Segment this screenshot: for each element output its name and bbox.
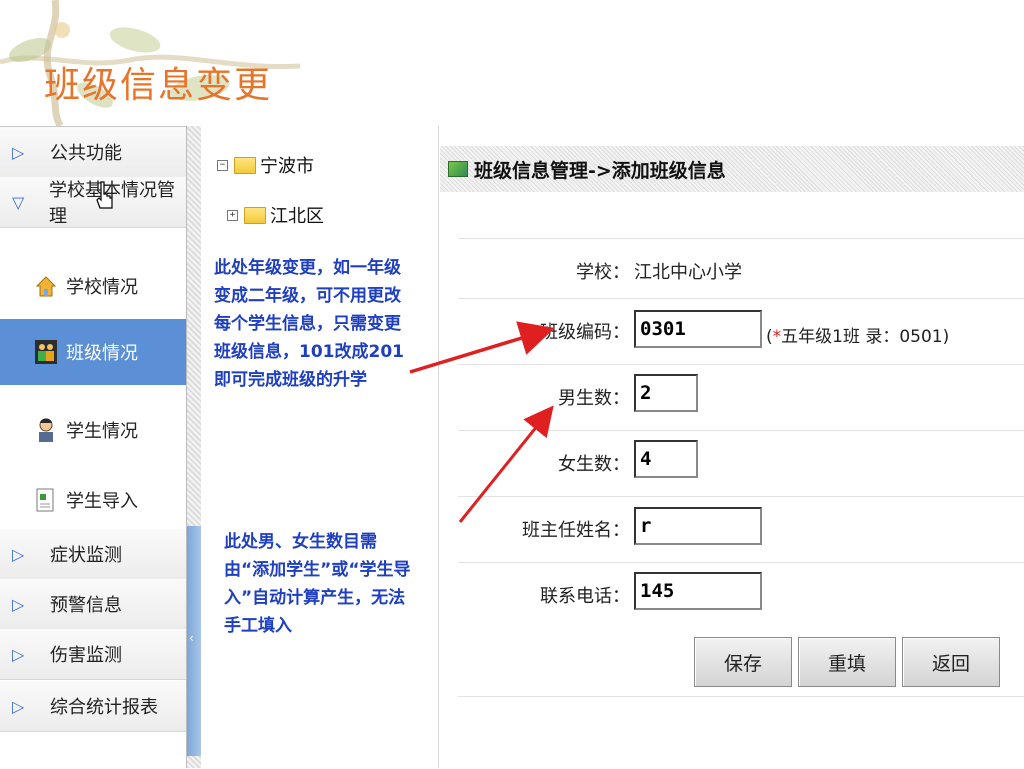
class-code-label: 班级编码： bbox=[540, 322, 630, 343]
form-bottom-divider bbox=[458, 696, 1024, 697]
form-row-school: 学校： 江北中心小学 bbox=[458, 238, 1024, 303]
menu-item-label: 预警信息 bbox=[50, 595, 122, 616]
folder-icon bbox=[244, 206, 266, 224]
form-header-title: 班级信息管理->添加班级信息 bbox=[474, 159, 726, 182]
folder-open-icon bbox=[448, 161, 468, 177]
collapse-toggle-icon[interactable]: − bbox=[217, 159, 228, 171]
triangle-down-icon: ▽ bbox=[12, 192, 25, 212]
menu-item-injury[interactable]: ▷ 伤害监测 bbox=[0, 629, 186, 680]
menu-item-label: 公共功能 bbox=[50, 143, 122, 164]
sidebar-item-label: 班级情况 bbox=[66, 343, 138, 364]
folder-icon bbox=[234, 156, 256, 174]
tree-node-label: 宁波市 bbox=[260, 156, 314, 177]
sidebar-item-school[interactable]: 学校情况 bbox=[0, 253, 186, 319]
menu-item-warning[interactable]: ▷ 预警信息 bbox=[0, 579, 186, 630]
form-row-boys: 男生数： bbox=[458, 364, 1024, 429]
menu-item-label: 伤害监测 bbox=[50, 645, 122, 666]
menu-item-public[interactable]: ▷ 公共功能 bbox=[0, 127, 186, 178]
sidebar-item-student[interactable]: 学生情况 bbox=[0, 397, 186, 463]
sidebar-item-label: 学校情况 bbox=[66, 277, 138, 298]
expand-toggle-icon[interactable]: + bbox=[227, 209, 238, 221]
class-code-input[interactable] bbox=[634, 310, 762, 348]
triangle-right-icon: ▷ bbox=[12, 696, 25, 716]
menu-item-label: 症状监测 bbox=[50, 545, 122, 566]
girls-count-input[interactable] bbox=[634, 440, 698, 478]
triangle-right-icon: ▷ bbox=[12, 594, 25, 614]
triangle-right-icon: ▷ bbox=[12, 142, 25, 162]
hint-text: 五年级1班 录：0501) bbox=[781, 327, 950, 347]
teacher-label: 班主任姓名： bbox=[522, 520, 630, 541]
school-value: 江北中心小学 bbox=[634, 262, 742, 283]
hint-open: ( bbox=[766, 327, 773, 347]
required-star: * bbox=[772, 327, 782, 347]
boys-count-input[interactable] bbox=[634, 374, 698, 412]
panel-divider bbox=[438, 126, 439, 768]
tree-node-jiangbei[interactable]: + 江北区 bbox=[227, 202, 324, 228]
phone-label: 联系电话： bbox=[540, 586, 630, 607]
house-icon bbox=[34, 272, 58, 300]
back-button[interactable]: 返回 bbox=[902, 637, 1000, 687]
girls-label: 女生数： bbox=[558, 454, 630, 475]
menu-item-label: 综合统计报表 bbox=[50, 697, 158, 718]
sidebar-item-label: 学生导入 bbox=[66, 491, 138, 512]
tree-node-ningbo[interactable]: − 宁波市 bbox=[217, 152, 314, 178]
annotation-note-grade: 此处年级变更，如一年级变成二年级，可不用更改每个学生信息，只需变更班级信息，10… bbox=[214, 258, 404, 390]
save-button[interactable]: 保存 bbox=[694, 637, 792, 687]
region-tree: − 宁波市 + 江北区 bbox=[205, 126, 437, 768]
slide-title: 班级信息变更 bbox=[44, 65, 273, 106]
reset-button[interactable]: 重填 bbox=[798, 637, 896, 687]
annotation-note-count: 此处男、女生数目需由“添加学生”或“学生导入”自动计算产生，无法手工填入 bbox=[224, 532, 411, 636]
student-icon bbox=[34, 416, 58, 444]
form-header: 班级信息管理->添加班级信息 bbox=[440, 146, 1024, 192]
teacher-name-input[interactable] bbox=[634, 507, 762, 545]
menu-item-school-info[interactable]: ▽ 学校基本情况管理 bbox=[0, 177, 186, 228]
phone-input[interactable] bbox=[634, 572, 762, 610]
menu-item-label: 学校基本情况管理 bbox=[49, 180, 176, 227]
boys-label: 男生数： bbox=[558, 388, 630, 409]
chevron-left-icon: ‹ bbox=[189, 631, 194, 645]
triangle-right-icon: ▷ bbox=[12, 644, 25, 664]
import-icon bbox=[34, 486, 58, 514]
sidebar-splitter[interactable]: ‹ bbox=[186, 126, 201, 768]
class-code-hint: (*五年级1班 录：0501) bbox=[766, 322, 949, 347]
sidebar-item-import[interactable]: 学生导入 bbox=[0, 467, 186, 533]
sidebar-item-label: 学生情况 bbox=[66, 421, 138, 442]
class-icon bbox=[34, 338, 58, 366]
menu-item-reports[interactable]: ▷ 综合统计报表 bbox=[0, 681, 186, 732]
sidebar: ▷ 公共功能 ▽ 学校基本情况管理 学校情况 班级情况 学生情况 学生导入 ▷ … bbox=[0, 126, 200, 769]
tree-node-label: 江北区 bbox=[270, 206, 324, 227]
menu-item-symptom[interactable]: ▷ 症状监测 bbox=[0, 529, 186, 580]
sidebar-item-class[interactable]: 班级情况 bbox=[0, 319, 186, 385]
collapse-handle[interactable]: ‹ bbox=[187, 526, 201, 756]
triangle-right-icon: ▷ bbox=[12, 544, 25, 564]
school-label: 学校： bbox=[576, 262, 630, 283]
form-row-girls: 女生数： bbox=[458, 430, 1024, 495]
hand-cursor-icon bbox=[96, 181, 113, 209]
